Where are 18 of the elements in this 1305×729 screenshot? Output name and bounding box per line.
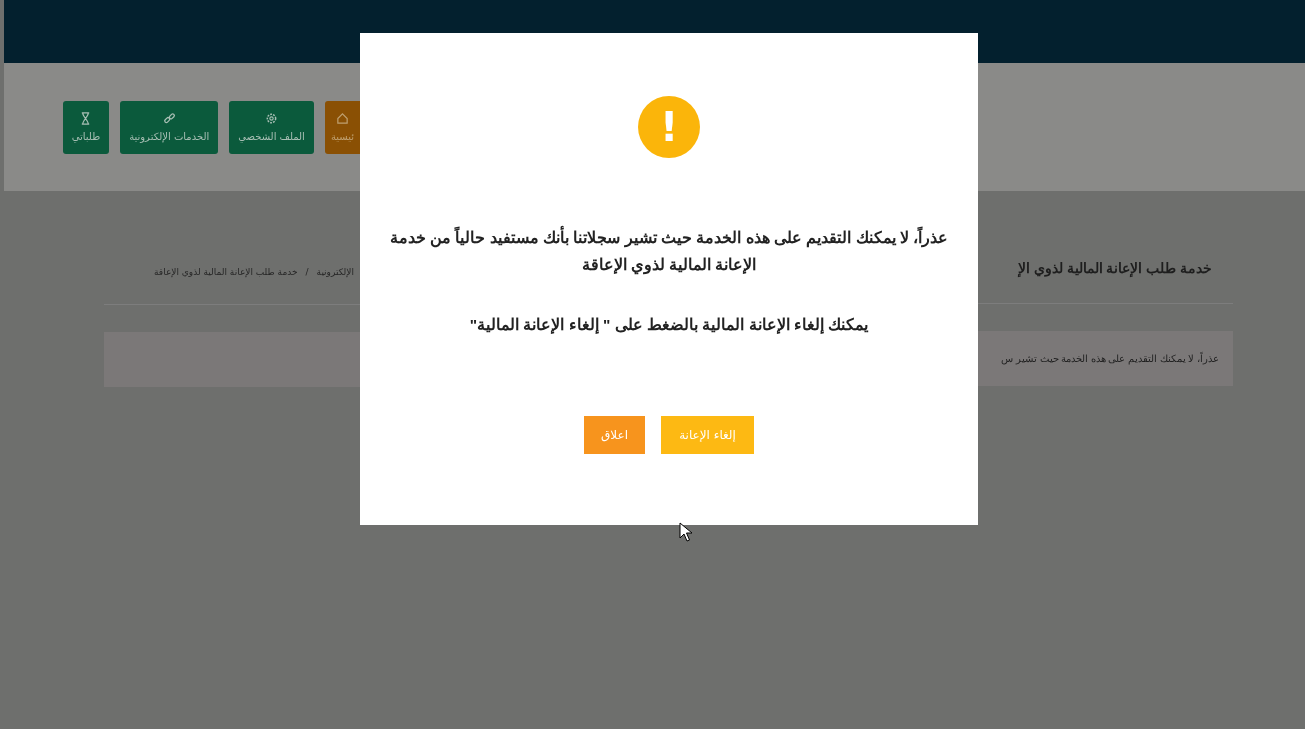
link-icon — [162, 112, 176, 125]
nav-button[interactable]: الخدمات الإلكترونية — [120, 100, 219, 154]
hourglass-icon — [80, 112, 92, 125]
warning-icon: ! — [638, 96, 700, 158]
nav-button[interactable]: الملف الشخصي — [229, 100, 314, 154]
home-icon — [335, 112, 349, 125]
dialog-message: عذراً، لا يمكنك التقديم على هذه الخدمة حيث تشير سجلاتنا بأنك مستفيد حالياً من خدمة الإعانة المالية لذوي الإعاقة — [381, 224, 957, 278]
breadcrumb-current: خدمة طلب الإعانة المالية لذوي الإعاقة — [154, 267, 298, 277]
page-heading: خدمة طلب الإعانة المالية لذوي الإ — [1017, 260, 1213, 276]
breadcrumb-separator: / — [305, 267, 309, 277]
nav-button[interactable]: طلباتي — [62, 100, 110, 154]
alert-panel: عذراً، لا يمكنك التقديم على هذه الخدمة حيث تشير س — [978, 331, 1233, 386]
gear-icon — [265, 112, 279, 125]
breadcrumb-link[interactable]: الإلكترونية — [316, 267, 354, 277]
nav-button[interactable]: ئيسية — [324, 100, 360, 154]
dialog-hint: يمكنك إلغاء الإعانة المالية بالضغط على " إلغاء الإعانة المالية" — [469, 316, 869, 334]
close-button[interactable]: اعلاق — [584, 416, 645, 454]
cancel-aid-button[interactable]: إلغاء الإعانة — [661, 416, 754, 454]
